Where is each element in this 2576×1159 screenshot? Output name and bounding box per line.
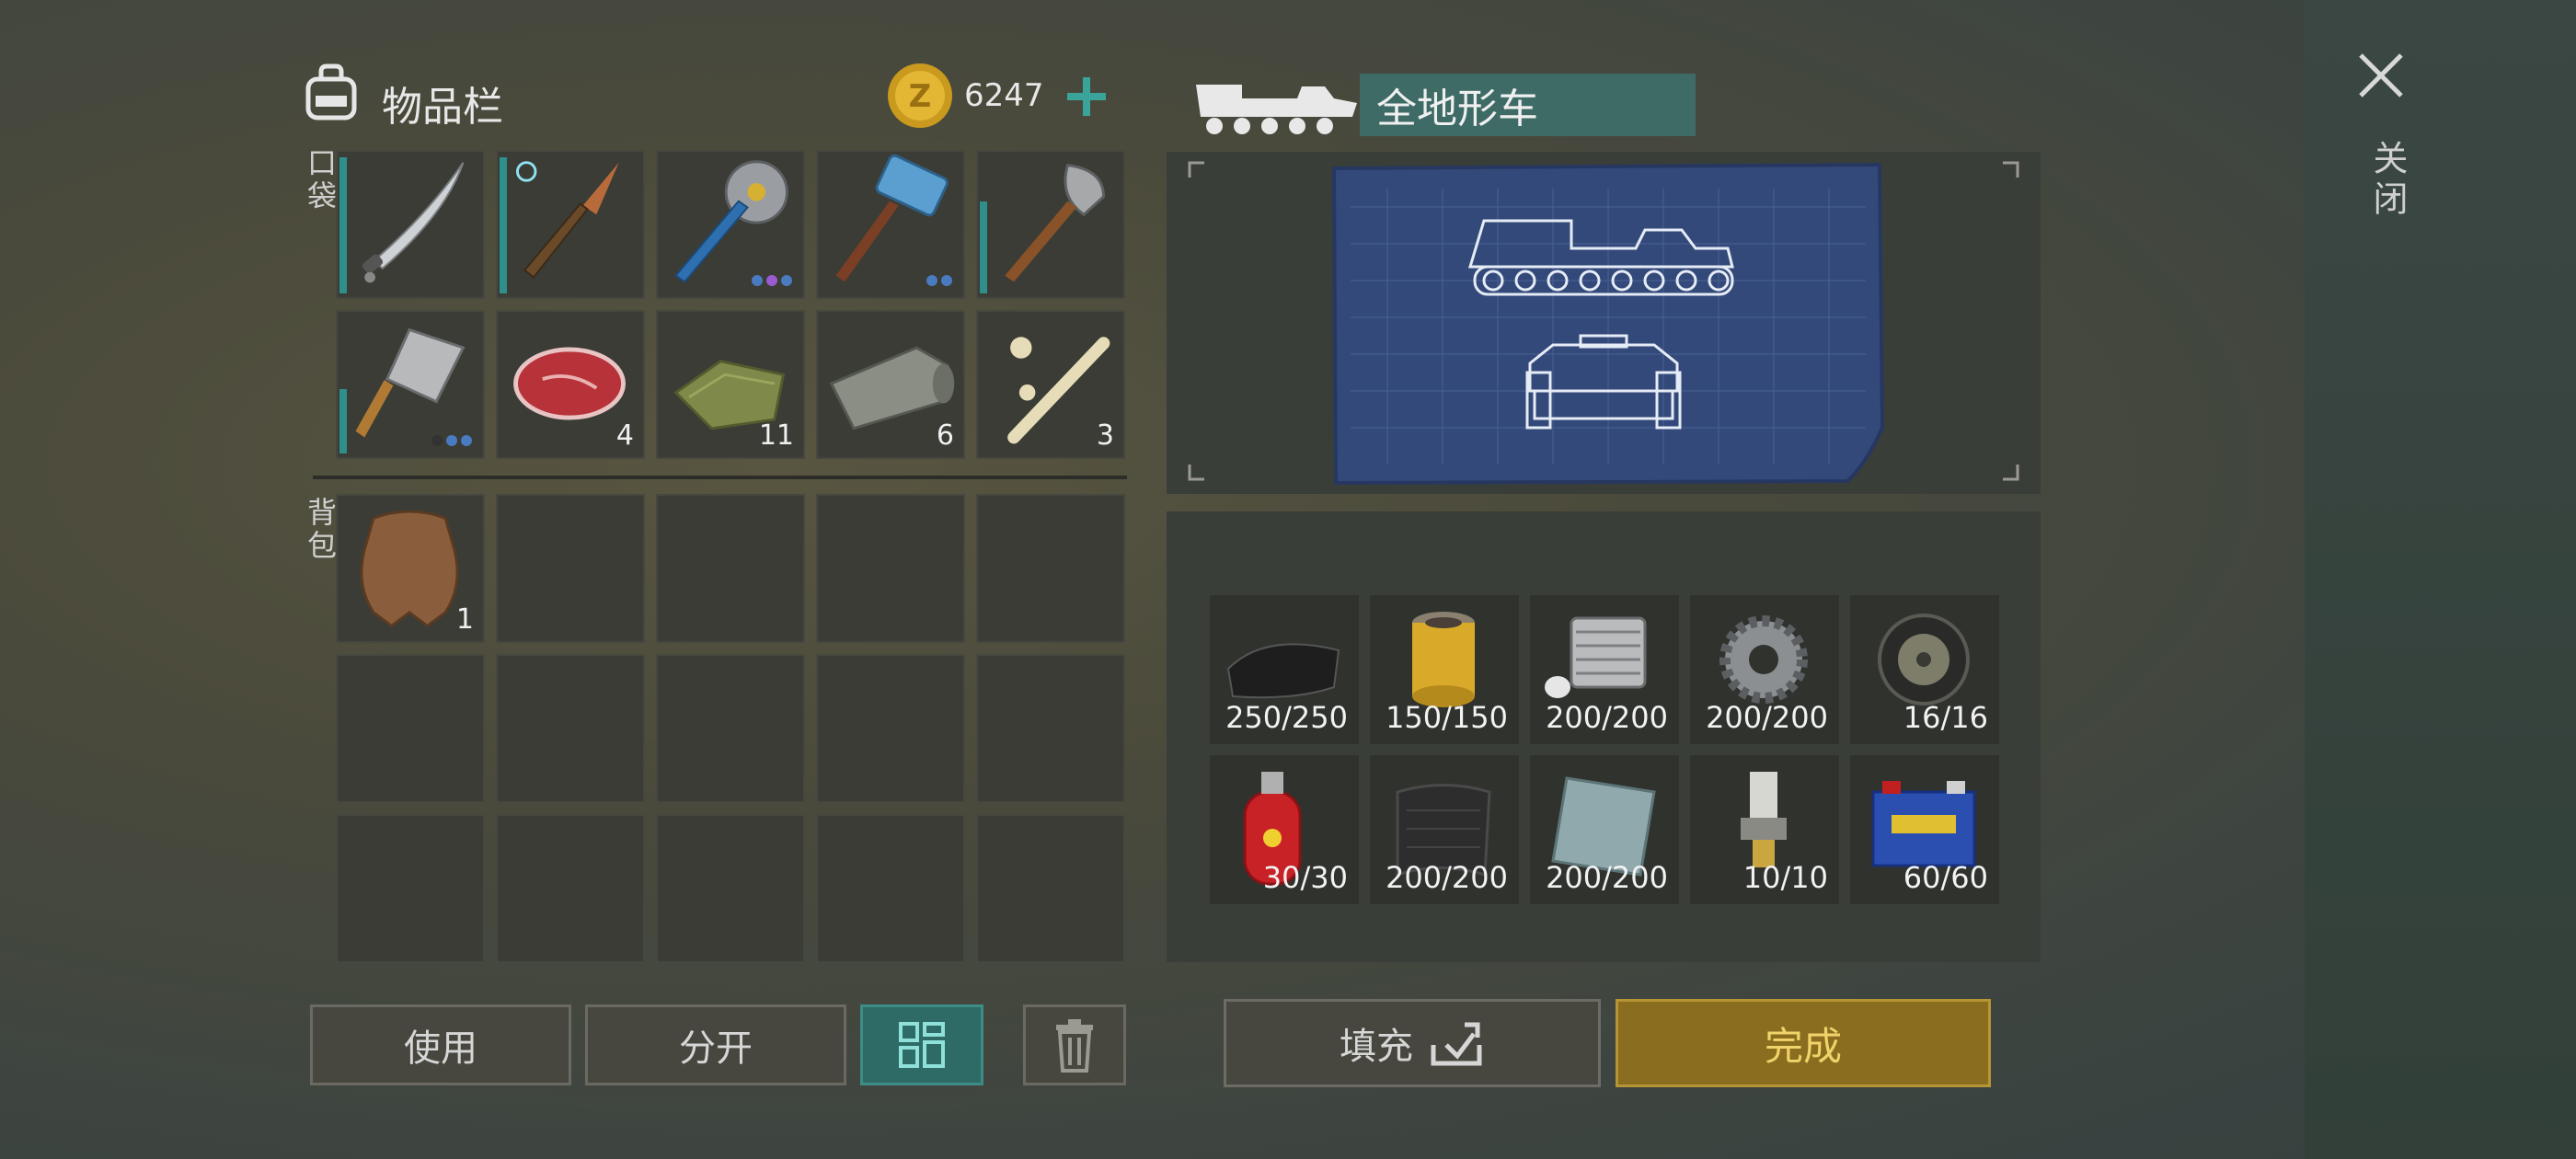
req-slot-battery[interactable]: 60/60 <box>1850 755 1999 904</box>
trash-button[interactable] <box>1023 1004 1126 1085</box>
blueprint-image <box>1188 161 2019 486</box>
backpack-slot-empty[interactable] <box>816 814 965 963</box>
req-amount: 150/150 <box>1386 700 1508 735</box>
req-amount: 30/30 <box>1262 860 1348 895</box>
backpack-slot-empty[interactable] <box>976 814 1125 963</box>
backpack-slot-empty[interactable] <box>336 814 485 963</box>
rarity-dots <box>752 275 792 286</box>
pocket-slot-shovel[interactable] <box>976 150 1125 299</box>
pocket-slot-raw-meat[interactable]: 4 <box>496 310 645 459</box>
pocket-slot-cleaver[interactable] <box>336 310 485 459</box>
trash-icon <box>1056 1019 1093 1073</box>
req-amount: 60/60 <box>1903 860 1988 895</box>
coin-icon: Z <box>888 63 952 128</box>
pocket-slot-bones[interactable]: 3 <box>976 310 1125 459</box>
fill-button-label: 填充 <box>1340 1026 1413 1068</box>
pocket-slot-sledgehammer[interactable] <box>816 150 965 299</box>
machete-icon <box>362 162 465 283</box>
backpack-slot-empty[interactable] <box>656 654 805 803</box>
item-count: 11 <box>758 419 794 452</box>
close-icon[interactable] <box>2353 48 2409 103</box>
section-divider <box>313 476 1127 479</box>
backpack-slot-empty[interactable] <box>496 654 645 803</box>
req-slot-gas-cylinder[interactable]: 30/30 <box>1210 755 1359 904</box>
req-amount: 200/200 <box>1706 700 1828 735</box>
rarity-dots <box>926 275 952 286</box>
req-slot-engine-cylinder[interactable]: 200/200 <box>1530 595 1679 744</box>
rarity-dots <box>431 435 472 446</box>
backpack-slot-animal-hide[interactable]: 1 <box>336 494 485 643</box>
coin-count: 6247 <box>964 77 1044 114</box>
req-amount: 250/250 <box>1225 700 1348 735</box>
pocket-slot-saw-blade-club[interactable] <box>656 150 805 299</box>
right-strip-background <box>2305 0 2576 1159</box>
pocket-slot-machete[interactable] <box>336 150 485 299</box>
req-slot-wheel[interactable]: 16/16 <box>1850 595 1999 744</box>
sort-grid-button[interactable] <box>860 1004 983 1085</box>
req-slot-steel-plate[interactable]: 200/200 <box>1530 755 1679 904</box>
done-button[interactable]: 完成 <box>1616 999 1991 1087</box>
backpack-slot-empty[interactable] <box>496 814 645 963</box>
item-count: 4 <box>615 419 634 452</box>
svg-text:Z: Z <box>909 78 932 115</box>
req-amount: 200/200 <box>1386 860 1508 895</box>
pocket-slot-hide-roll[interactable]: 6 <box>816 310 965 459</box>
shovel-icon <box>1005 164 1106 282</box>
blueprint-panel <box>1167 152 2041 494</box>
backpack-slot-empty[interactable] <box>656 494 805 643</box>
split-button[interactable]: 分开 <box>585 1004 846 1085</box>
pocket-slot-cloth[interactable]: 11 <box>656 310 805 459</box>
req-slot-rubber-sheet[interactable]: 250/250 <box>1210 595 1359 744</box>
backpack-slot-empty[interactable] <box>976 494 1125 643</box>
vehicle-title: 全地形车 <box>1360 74 1696 136</box>
item-count: 3 <box>1096 419 1114 452</box>
backpack-slot-empty[interactable] <box>816 654 965 803</box>
item-count: 1 <box>455 603 474 636</box>
use-button[interactable]: 使用 <box>310 1004 571 1085</box>
req-amount: 200/200 <box>1546 860 1668 895</box>
pocket-slot-frost-knife[interactable] <box>496 150 645 299</box>
req-slot-carbon-fabric[interactable]: 200/200 <box>1370 755 1519 904</box>
backpack-icon <box>305 63 357 120</box>
fill-button[interactable]: 填充 <box>1224 999 1601 1087</box>
fill-arrow-icon <box>1431 1022 1482 1066</box>
req-amount: 200/200 <box>1546 700 1668 735</box>
req-slot-air-filter[interactable]: 150/150 <box>1370 595 1519 744</box>
inventory-title: 物品栏 <box>382 84 503 131</box>
backpack-slot-empty[interactable] <box>816 494 965 643</box>
add-coins-plus-icon[interactable] <box>1058 68 1115 125</box>
grid-icon <box>899 1022 945 1068</box>
backpack-slot-empty[interactable] <box>656 814 805 963</box>
req-amount: 16/16 <box>1903 700 1988 735</box>
backpack-slot-empty[interactable] <box>976 654 1125 803</box>
backpack-slot-empty[interactable] <box>336 654 485 803</box>
backpack-slot-empty[interactable] <box>496 494 645 643</box>
frost-knife-icon <box>515 161 619 279</box>
atv-icon <box>1196 85 1357 134</box>
req-amount: 10/10 <box>1742 860 1828 895</box>
req-slot-spark-plug[interactable]: 10/10 <box>1690 755 1839 904</box>
item-count: 6 <box>936 419 954 452</box>
req-slot-gear[interactable]: 200/200 <box>1690 595 1839 744</box>
close-label[interactable]: 关闭 <box>2363 140 2413 221</box>
